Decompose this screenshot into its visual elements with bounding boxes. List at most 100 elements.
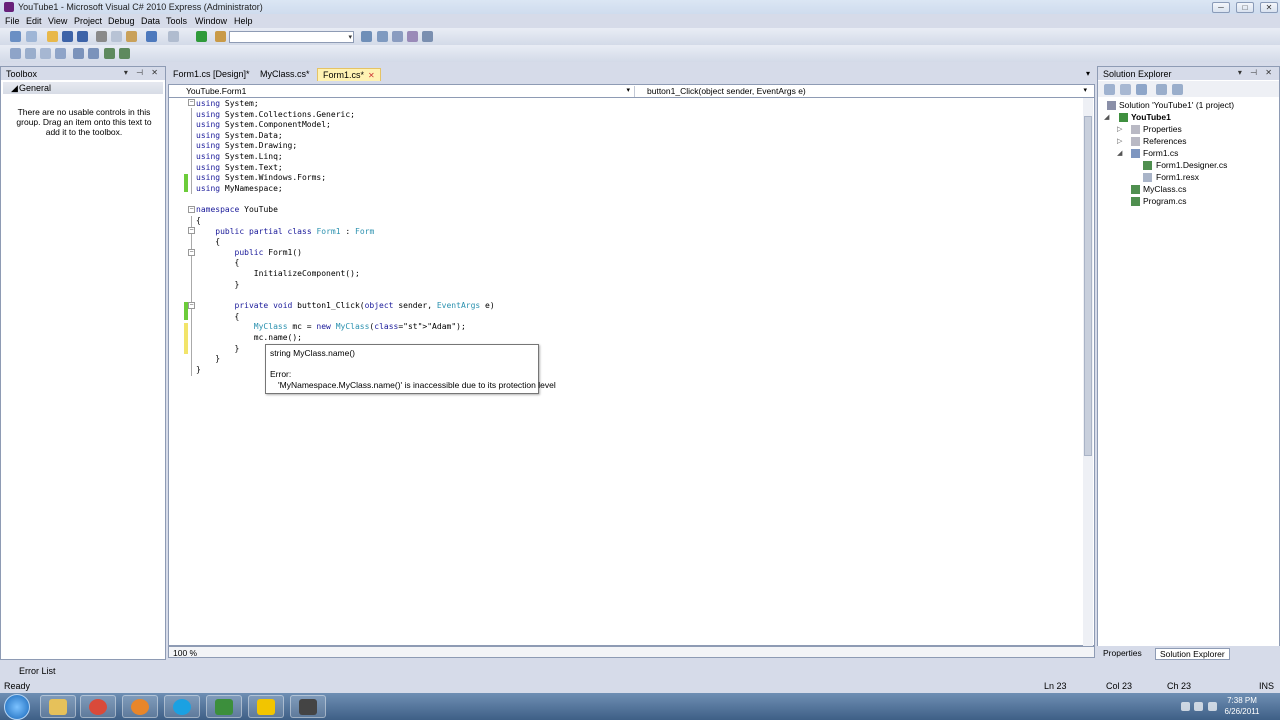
view-code-icon[interactable] [1156, 84, 1167, 95]
tray-arrow-icon[interactable] [1181, 702, 1190, 711]
menu-debug[interactable]: Debug [108, 16, 135, 26]
toolbox-group-general[interactable]: ◢ General [3, 82, 163, 94]
code-line: using System.Collections.Generic; [196, 110, 355, 119]
comment-out-icon[interactable] [104, 48, 115, 59]
saved-change-marker [184, 174, 188, 192]
firefox-task-button[interactable] [122, 695, 158, 718]
tree-item-form1-resx[interactable]: Form1.resx [1156, 172, 1199, 182]
menu-tools[interactable]: Tools [166, 16, 187, 26]
collapse-icon[interactable]: − [188, 302, 195, 309]
visual-csharp-task-button[interactable] [206, 695, 242, 718]
increase-indent-icon[interactable] [88, 48, 99, 59]
collapse-icon[interactable]: ◢ [1117, 149, 1122, 157]
tab-form1-design[interactable]: Form1.cs [Design]* [168, 68, 255, 81]
tab-form1-code[interactable]: Form1.cs* ✕ [317, 68, 381, 81]
redo-icon[interactable] [168, 31, 179, 42]
member-list-icon[interactable] [10, 48, 21, 59]
clock-date: 6/26/2011 [1224, 707, 1260, 716]
tab-dropdown-icon[interactable]: ▾ [1086, 69, 1090, 78]
tree-item-project[interactable]: YouTube1 [1131, 112, 1171, 122]
menu-project[interactable]: Project [74, 16, 102, 26]
menu-file[interactable]: File [5, 16, 20, 26]
collapse-icon[interactable]: − [188, 206, 195, 213]
right-panel-tabs: Properties Solution Explorer [1097, 646, 1280, 660]
expand-icon[interactable]: ▷ [1117, 137, 1122, 145]
aim-task-button[interactable] [248, 695, 284, 718]
explorer-task-button[interactable] [40, 695, 76, 718]
menu-edit[interactable]: Edit [26, 16, 42, 26]
collapse-icon[interactable]: − [188, 99, 195, 106]
collapse-icon[interactable]: − [188, 249, 195, 256]
tree-item-solution[interactable]: Solution 'YouTube1' (1 project) [1119, 100, 1234, 110]
close-tab-icon[interactable]: ✕ [368, 71, 375, 80]
zoom-level[interactable]: 100 % [173, 648, 197, 658]
save-all-icon[interactable] [77, 31, 88, 42]
find-in-files-icon[interactable] [215, 31, 226, 42]
object-browser-icon[interactable] [392, 31, 403, 42]
skype-task-button[interactable] [164, 695, 200, 718]
properties-window-icon[interactable] [377, 31, 388, 42]
collapse-icon[interactable]: − [188, 227, 195, 234]
tab-myclass[interactable]: MyClass.cs* [255, 68, 315, 81]
copy-icon[interactable] [111, 31, 122, 42]
type-combo[interactable]: YouTube.Form1 ▾ [172, 86, 632, 97]
refresh-icon[interactable] [1136, 84, 1147, 95]
paste-icon[interactable] [126, 31, 137, 42]
tree-item-form1-designer[interactable]: Form1.Designer.cs [1156, 160, 1227, 170]
decrease-indent-icon[interactable] [73, 48, 84, 59]
uncomment-icon[interactable] [119, 48, 130, 59]
tree-item-form1[interactable]: Form1.cs [1143, 148, 1178, 158]
tab-properties[interactable]: Properties [1099, 648, 1146, 658]
start-page-icon[interactable] [422, 31, 433, 42]
clock[interactable]: 7:38 PM 6/26/2011 [1222, 695, 1262, 717]
tree-item-myclass[interactable]: MyClass.cs [1143, 184, 1186, 194]
open-folder-icon[interactable] [47, 31, 58, 42]
complete-word-icon[interactable] [55, 48, 66, 59]
solution-explorer-icon[interactable] [361, 31, 372, 42]
solution-explorer-header: Solution Explorer ▾ ⊣ ✕ [1098, 67, 1279, 80]
minimize-button[interactable]: ─ [1212, 2, 1230, 13]
show-all-files-icon[interactable] [1120, 84, 1131, 95]
close-window-button[interactable]: ✕ [1260, 2, 1278, 13]
expand-icon[interactable]: ▷ [1117, 125, 1122, 133]
editor-vertical-scrollbar[interactable] [1083, 98, 1093, 646]
code-line: { [196, 258, 240, 267]
menu-window[interactable]: Window [195, 16, 227, 26]
parameter-info-icon[interactable] [25, 48, 36, 59]
save-icon[interactable] [62, 31, 73, 42]
view-designer-icon[interactable] [1172, 84, 1183, 95]
panel-controls[interactable]: ▾ ⊣ ✕ [1238, 68, 1275, 77]
toolbox-window-icon[interactable] [407, 31, 418, 42]
start-debugging-icon[interactable] [196, 31, 207, 42]
scrollbar-thumb[interactable] [1084, 116, 1092, 456]
add-item-icon[interactable] [26, 31, 37, 42]
tree-item-references[interactable]: References [1143, 136, 1186, 146]
expand-icon[interactable]: ◢ [1104, 113, 1109, 121]
menu-data[interactable]: Data [141, 16, 160, 26]
tree-item-properties[interactable]: Properties [1143, 124, 1182, 134]
type-combo-value: YouTube.Form1 [186, 86, 247, 96]
menu-view[interactable]: View [48, 16, 67, 26]
code-text: MyClass mc = new MyClass(class="st">"Ada… [253, 322, 466, 331]
quick-info-icon[interactable] [40, 48, 51, 59]
error-list-tab[interactable]: Error List [0, 664, 1280, 678]
network-icon[interactable] [1194, 702, 1203, 711]
chrome-task-button[interactable] [80, 695, 116, 718]
start-button[interactable] [4, 694, 30, 720]
find-combo[interactable]: ▾ [229, 31, 354, 43]
code-text: mc.name(); [196, 333, 302, 342]
code-text: } [196, 365, 201, 374]
tab-solution-explorer[interactable]: Solution Explorer [1155, 648, 1230, 660]
volume-icon[interactable] [1208, 702, 1217, 711]
menu-help[interactable]: Help [234, 16, 253, 26]
properties-icon[interactable] [1104, 84, 1115, 95]
undo-icon[interactable] [146, 31, 157, 42]
app-task-button[interactable] [290, 695, 326, 718]
tooltip-error-label: Error: [270, 369, 292, 379]
cut-icon[interactable] [96, 31, 107, 42]
member-combo[interactable]: button1_Click(object sender, EventArgs e… [634, 86, 1089, 97]
new-project-icon[interactable] [10, 31, 21, 42]
tree-item-program[interactable]: Program.cs [1143, 196, 1186, 206]
panel-controls[interactable]: ▾ ⊣ ✕ [124, 68, 161, 77]
maximize-button[interactable]: □ [1236, 2, 1254, 13]
